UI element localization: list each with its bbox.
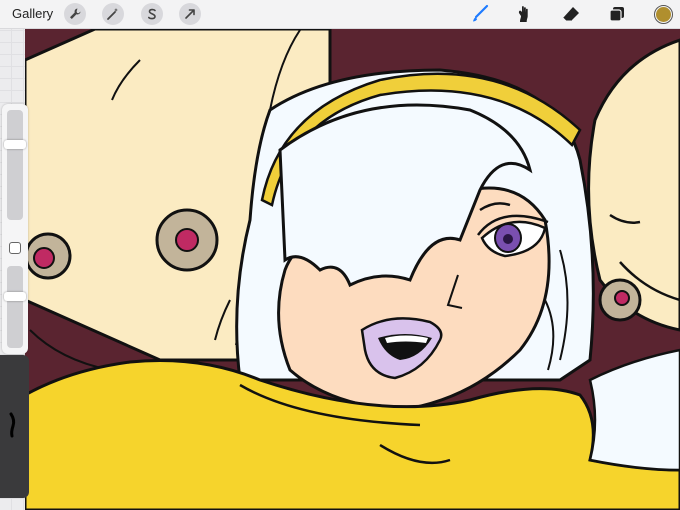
smudge-icon <box>518 6 528 22</box>
selection-button[interactable] <box>141 3 163 25</box>
smudge-button[interactable] <box>511 2 535 26</box>
selection-s-icon <box>148 8 156 20</box>
art-ornament-3-gem <box>614 290 630 306</box>
adjustments-button[interactable] <box>102 3 124 25</box>
opacity-thumb[interactable] <box>4 291 26 301</box>
brush-size-thumb[interactable] <box>4 140 26 150</box>
reference-panel <box>0 355 29 498</box>
brush-stroke-icon <box>9 412 16 438</box>
transform-button[interactable] <box>179 3 201 25</box>
actions-button[interactable] <box>64 3 86 25</box>
magic-wand-icon <box>107 8 118 20</box>
color-picker-button[interactable] <box>654 5 673 24</box>
drawing-canvas[interactable] <box>25 29 680 510</box>
modify-button[interactable] <box>9 242 21 254</box>
brush-button[interactable] <box>468 2 492 26</box>
brush-sidebar <box>2 104 28 354</box>
art-ornament-2-gem <box>33 247 55 269</box>
brush-icon <box>473 4 489 22</box>
top-toolbar: Gallery <box>0 0 680 29</box>
layers-icon <box>609 7 624 22</box>
brush-size-slider[interactable] <box>4 110 26 220</box>
artwork <box>25 29 680 510</box>
arrow-cursor-icon <box>185 9 195 19</box>
art-ornament-1-gem <box>175 228 199 252</box>
wrench-icon <box>70 8 81 19</box>
gallery-button[interactable]: Gallery <box>12 6 53 21</box>
art-eye-pupil <box>503 234 513 244</box>
current-color-swatch <box>656 7 671 22</box>
layers-button[interactable] <box>605 2 629 26</box>
eraser-button[interactable] <box>559 2 583 26</box>
opacity-slider[interactable] <box>4 266 26 348</box>
eraser-icon <box>562 7 579 22</box>
